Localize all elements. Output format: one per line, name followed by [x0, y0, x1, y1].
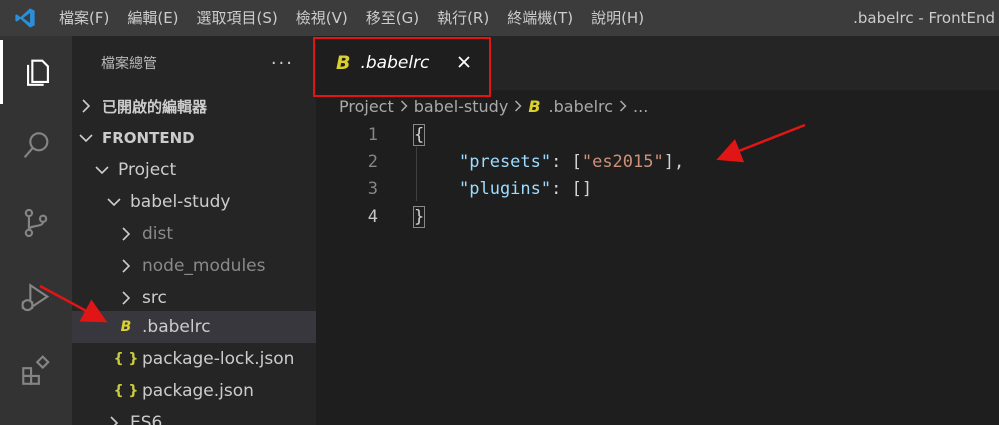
chevron-right-icon [514, 97, 522, 116]
menu-edit[interactable]: 編輯(E) [118, 0, 187, 36]
explorer-icon[interactable] [0, 40, 72, 104]
chevron-down-icon [106, 197, 122, 207]
menu-view[interactable]: 檢視(V) [287, 0, 357, 36]
extensions-icon[interactable] [0, 339, 72, 403]
tree-item-babelrc[interactable]: B .babelrc [72, 311, 316, 343]
code-line: 3 "plugins": [] [316, 175, 999, 202]
tree-item-node-modules[interactable]: node_modules [72, 250, 316, 282]
open-editors-label: 已開啟的編輯器 [102, 97, 208, 116]
tree-item-package-lock[interactable]: { } package-lock.json [72, 343, 316, 375]
chevron-down-icon [94, 165, 110, 175]
line-number: 1 [367, 124, 378, 145]
run-debug-icon[interactable] [0, 266, 72, 330]
chevron-right-icon [118, 259, 134, 273]
tree-item-label: package-lock.json [142, 349, 295, 369]
json-file-icon: { } [113, 351, 139, 367]
tree-item-dist[interactable]: dist [72, 218, 316, 250]
line-number: 4 [367, 206, 378, 227]
tree-item-project[interactable]: Project [72, 154, 316, 186]
code-editor[interactable]: 1 { 2 "presets": ["es2015"], 3 "plugins"… [316, 120, 999, 425]
menu-run[interactable]: 執行(R) [428, 0, 498, 36]
menu-file[interactable]: 檔案(F) [50, 0, 118, 36]
chevron-right-icon [78, 99, 94, 113]
tree-item-label: babel-study [130, 192, 231, 212]
tree-item-label: src [142, 288, 167, 308]
search-icon[interactable] [0, 114, 72, 178]
menu-go[interactable]: 移至(G) [357, 0, 428, 36]
tree-item-label: node_modules [142, 256, 266, 276]
code-line: 4 } [316, 203, 999, 230]
babel-file-icon: B [120, 319, 132, 335]
code-line: 2 "presets": ["es2015"], [316, 148, 999, 175]
json-string: "es2015" [581, 151, 664, 172]
workspace-section[interactable]: FRONTEND [72, 122, 316, 154]
vscode-logo-icon [0, 0, 50, 36]
tab-babelrc[interactable]: B .babelrc [316, 36, 491, 90]
open-editors-section[interactable]: 已開啟的編輯器 [72, 90, 316, 122]
chevron-right-icon [118, 227, 134, 241]
brace: { [412, 123, 426, 146]
line-number: 2 [367, 151, 378, 172]
menu-terminal[interactable]: 終端機(T) [498, 0, 582, 36]
breadcrumb-item[interactable]: Project [339, 97, 394, 116]
tree-item-label: dist [142, 224, 174, 244]
close-icon[interactable] [453, 51, 475, 73]
json-file-icon: { } [113, 383, 139, 399]
breadcrumb-item[interactable]: babel-study [414, 97, 509, 116]
tree-item-package-json[interactable]: { } package.json [72, 375, 316, 407]
code-text: { [412, 123, 426, 146]
breadcrumb-item[interactable]: ... [633, 97, 648, 116]
chevron-down-icon [78, 133, 94, 143]
menu-bar: 檔案(F) 編輯(E) 選取項目(S) 檢視(V) 移至(G) 執行(R) 終端… [50, 0, 653, 36]
activity-bar [0, 36, 72, 425]
line-number: 3 [367, 178, 378, 199]
code-line: 1 { [316, 121, 999, 148]
explorer-header: 檔案總管 ··· [72, 36, 316, 90]
tree-item-label: .babelrc [142, 317, 211, 337]
tree-item-babel-study[interactable]: babel-study [72, 186, 316, 218]
punctuation: : [] [551, 178, 593, 199]
chevron-right-icon [400, 97, 408, 116]
title-bar: 檔案(F) 編輯(E) 選取項目(S) 檢視(V) 移至(G) 執行(R) 終端… [0, 0, 999, 36]
tree-item-label: ES6 [130, 413, 163, 425]
source-control-icon[interactable] [0, 191, 72, 255]
brace: } [412, 205, 426, 228]
code-text: } [412, 205, 426, 228]
explorer-sidebar: 檔案總管 ··· 已開啟的編輯器 FRONTEND Project babel-… [72, 36, 316, 425]
punctuation: : [ [551, 151, 582, 172]
chevron-right-icon [118, 291, 134, 305]
explorer-title: 檔案總管 [101, 56, 157, 72]
workspace-label: FRONTEND [102, 129, 195, 147]
chevron-right-icon [619, 97, 627, 116]
breadcrumb: Project babel-study B .babelrc ... [339, 94, 648, 118]
editor-tabs-bar: B .babelrc [316, 36, 999, 90]
code-text: "presets": ["es2015"], [459, 152, 684, 172]
tree-item-src[interactable]: src [72, 282, 316, 314]
more-actions-button[interactable]: ··· [271, 53, 294, 74]
window-title: .babelrc - FrontEnd [853, 9, 995, 27]
json-key: "plugins" [459, 178, 552, 199]
json-key: "presets" [459, 151, 552, 172]
punctuation: ], [663, 151, 685, 172]
code-text: "plugins": [] [459, 179, 592, 199]
tree-item-label: Project [118, 160, 177, 180]
tab-title: .babelrc [360, 53, 430, 73]
babel-file-icon: B [336, 52, 351, 74]
breadcrumb-item[interactable]: .babelrc [549, 97, 614, 116]
babel-file-icon: B [528, 96, 541, 116]
tree-item-label: package.json [142, 381, 254, 401]
chevron-right-icon [106, 416, 122, 425]
menu-selection[interactable]: 選取項目(S) [188, 0, 287, 36]
menu-help[interactable]: 說明(H) [582, 0, 653, 36]
tree-item-es6[interactable]: ES6 [72, 407, 316, 425]
